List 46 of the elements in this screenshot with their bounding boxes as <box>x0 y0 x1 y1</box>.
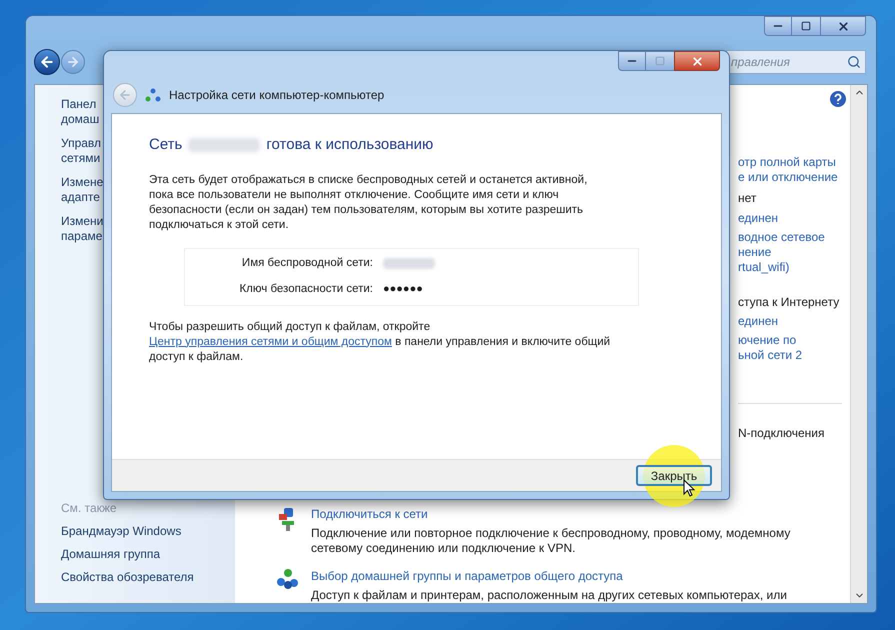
homegroup-icon <box>276 568 300 590</box>
heading-text: Сеть <box>149 135 182 155</box>
link-text[interactable]: ючение по <box>738 333 846 348</box>
close-icon <box>690 54 704 68</box>
see-also-heading: См. также <box>61 501 118 516</box>
see-also-link[interactable]: Брандмауэр Windows <box>61 524 235 539</box>
see-also-link[interactable]: Домашняя группа <box>61 547 235 562</box>
task-description: Доступ к файлам и принтерам, расположенным на других сетевых компьютерах, или <box>311 588 788 603</box>
task-link[interactable]: Подключиться к сети <box>311 506 801 522</box>
link-text[interactable]: единен <box>738 314 846 329</box>
link-text[interactable]: ьной сети 2 <box>738 348 846 363</box>
task-link[interactable]: Выбор домашней группы и параметров общего доступа <box>311 568 801 584</box>
link-text[interactable]: rtual_wifi) <box>738 260 846 275</box>
close-button[interactable] <box>820 16 866 36</box>
link-text[interactable]: нение <box>738 245 846 260</box>
link-text[interactable]: единен <box>738 211 846 226</box>
field-value: ●●●●●● <box>383 282 423 298</box>
link-text[interactable]: отр полной карты <box>738 155 846 170</box>
sharing-text: Чтобы разрешить общий доступ к файлам, откройте Центр управления сетями и общим доступом в панели управления и включите общий доступ к файлам. <box>149 320 612 364</box>
minimize-button[interactable] <box>618 51 646 71</box>
close-icon <box>836 20 850 32</box>
task-description: Подключение или повторное подключение к беспроводному, проводному, модемному сетевому соединению или подключение к VPN. <box>311 526 792 556</box>
label-text: ступа к Интернету <box>738 295 840 310</box>
help-icon[interactable] <box>830 91 846 107</box>
maximize-button[interactable] <box>792 16 820 36</box>
see-also-link[interactable]: Свойства обозревателя <box>61 570 235 585</box>
blurred-block <box>383 258 435 269</box>
label-text: нет <box>738 191 758 206</box>
field-label: Ключ безопасности сети: <box>238 282 373 297</box>
dialog-title: Настройка сети компьютер-компьютер <box>169 87 384 104</box>
network-center-link[interactable]: Центр управления сетями и общим доступом <box>149 336 392 348</box>
maximize-icon <box>655 56 665 66</box>
link-text[interactable]: водное сетевое <box>738 230 846 245</box>
network-icon <box>145 88 161 102</box>
close-button[interactable]: Закрыть <box>636 465 712 486</box>
field-label: Имя беспроводной сети: <box>240 256 373 271</box>
back-button[interactable] <box>34 49 60 75</box>
heading-text: готова к использованию <box>266 135 434 155</box>
link-text[interactable]: е или отключение <box>738 170 846 185</box>
back-arrow-icon <box>118 88 132 102</box>
search-icon[interactable] <box>847 55 861 69</box>
maximize-icon <box>801 21 811 31</box>
scrollbar[interactable] <box>850 85 867 603</box>
description-text: Эта сеть будет отображаться в списке беспроводных сетей и останется активной, пока все пользователи не выполнят отключение. Сообщите имя сети и ключ безопасности (если он задан) тем пользователям, которым вы хотите разрешить подключаться к этой сети. <box>149 172 588 232</box>
label-text: N-подключения <box>738 426 826 441</box>
close-button[interactable] <box>674 51 720 71</box>
